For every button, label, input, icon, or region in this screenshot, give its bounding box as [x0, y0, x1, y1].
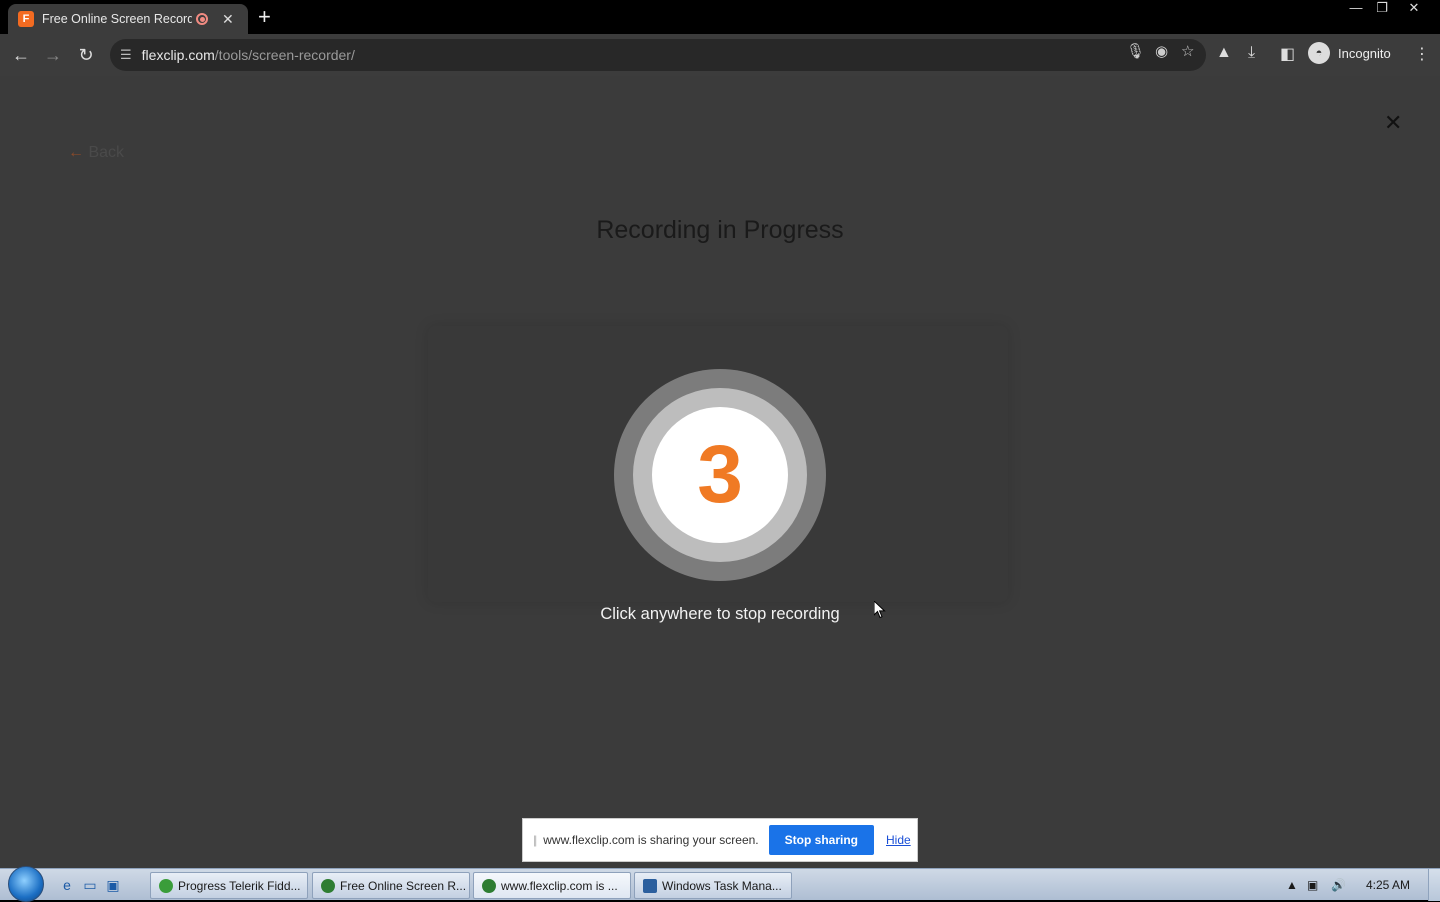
- recording-indicator-icon: [196, 13, 208, 25]
- taskbar-item-task-manager[interactable]: Windows Task Mana...: [634, 872, 792, 899]
- taskbar-item-label: www.flexclip.com is ...: [501, 878, 618, 893]
- sharing-message: www.flexclip.com is sharing your screen.: [543, 833, 759, 847]
- chrome-icon: [321, 878, 335, 893]
- show-desktop-quicklaunch-icon[interactable]: ▣: [105, 877, 121, 893]
- bookmark-star-icon[interactable]: ☆: [1181, 42, 1194, 60]
- url-path: /tools/screen-recorder/: [214, 47, 355, 63]
- drag-handle-icon[interactable]: ||: [533, 833, 537, 847]
- explorer-icon[interactable]: ▭: [82, 877, 98, 893]
- taskbar-item-label: Windows Task Mana...: [662, 878, 782, 893]
- start-button[interactable]: [8, 866, 44, 902]
- hide-link[interactable]: Hide: [886, 833, 911, 847]
- flexclip-favicon-icon: F: [18, 11, 34, 27]
- windows-taskbar: e ▭ ▣ Progress Telerik Fidd... Free Onli…: [0, 866, 1440, 902]
- site-settings-icon[interactable]: ☰: [120, 47, 132, 63]
- menu-kebab-icon[interactable]: ⋮: [1414, 44, 1430, 64]
- taskbar-item-fiddler[interactable]: Progress Telerik Fidd...: [150, 872, 308, 899]
- page-title: Recording in Progress: [596, 216, 844, 244]
- screen-sharing-bar: || www.flexclip.com is sharing your scre…: [522, 818, 918, 862]
- left-arrow-icon: ←: [68, 144, 84, 161]
- countdown-circle[interactable]: 3: [652, 407, 788, 543]
- tab-title: Free Online Screen Recorde: [42, 12, 192, 26]
- mic-blocked-icon[interactable]: 🎙: [1126, 42, 1145, 60]
- tray-expand-icon[interactable]: ▲: [1286, 878, 1298, 892]
- volume-icon[interactable]: 🔊: [1331, 878, 1346, 892]
- reload-icon[interactable]: ↻: [74, 43, 98, 67]
- close-overlay-icon[interactable]: ✕: [1384, 110, 1402, 136]
- download-icon[interactable]: ⤓: [1248, 44, 1255, 62]
- incognito-icon: ◓: [1308, 42, 1330, 64]
- recorder-page[interactable]: ← Back ✕ Recording in Progress 3 Click a…: [0, 76, 1440, 868]
- show-desktop-button[interactable]: [1428, 869, 1440, 901]
- tab-close-icon[interactable]: ✕: [222, 11, 234, 28]
- tab-strip: F Free Online Screen Recorde ✕ + — ❐ ✕: [0, 0, 1440, 34]
- minimize-button[interactable]: —: [1342, 0, 1370, 18]
- incognito-profile[interactable]: ◓ Incognito: [1308, 42, 1391, 64]
- system-clock[interactable]: 4:25 AM: [1366, 878, 1410, 892]
- stop-recording-hint: Click anywhere to stop recording: [600, 605, 840, 623]
- window-close-button[interactable]: ✕: [1400, 0, 1428, 18]
- fiddler-icon: [159, 878, 173, 893]
- taskbar-item-sharing[interactable]: www.flexclip.com is ...: [473, 872, 631, 899]
- url-host: flexclip.com: [141, 47, 215, 63]
- restore-button[interactable]: ❐: [1368, 0, 1396, 18]
- network-icon[interactable]: ▣: [1307, 878, 1318, 892]
- back-link[interactable]: ← Back: [68, 144, 124, 162]
- profile-label: Incognito: [1338, 45, 1391, 61]
- internet-explorer-icon[interactable]: e: [59, 877, 75, 893]
- taskbar-item-chrome-recorder[interactable]: Free Online Screen R...: [312, 872, 470, 899]
- new-tab-button[interactable]: +: [258, 4, 271, 30]
- taskbar-item-label: Free Online Screen R...: [340, 878, 467, 893]
- side-panel-icon[interactable]: ◧: [1280, 44, 1295, 64]
- countdown-number: 3: [697, 429, 743, 520]
- tracking-protection-eye-icon[interactable]: ◉: [1155, 42, 1168, 60]
- labs-flask-icon[interactable]: ▲: [1216, 44, 1232, 62]
- forward-arrow-icon[interactable]: →: [41, 43, 65, 67]
- address-bar[interactable]: ☰ flexclip.com/tools/screen-recorder/: [110, 39, 1206, 71]
- back-label: Back: [88, 144, 125, 161]
- back-arrow-icon[interactable]: ←: [9, 43, 33, 67]
- chrome-icon: [482, 878, 496, 893]
- stop-sharing-button[interactable]: Stop sharing: [768, 825, 874, 855]
- browser-toolbar: ← → ↻ ☰ flexclip.com/tools/screen-record…: [0, 34, 1440, 76]
- mouse-cursor-icon: [874, 601, 886, 619]
- taskbar-item-label: Progress Telerik Fidd...: [178, 878, 301, 893]
- task-manager-icon: [643, 878, 657, 893]
- browser-tab[interactable]: F Free Online Screen Recorde ✕: [8, 4, 248, 34]
